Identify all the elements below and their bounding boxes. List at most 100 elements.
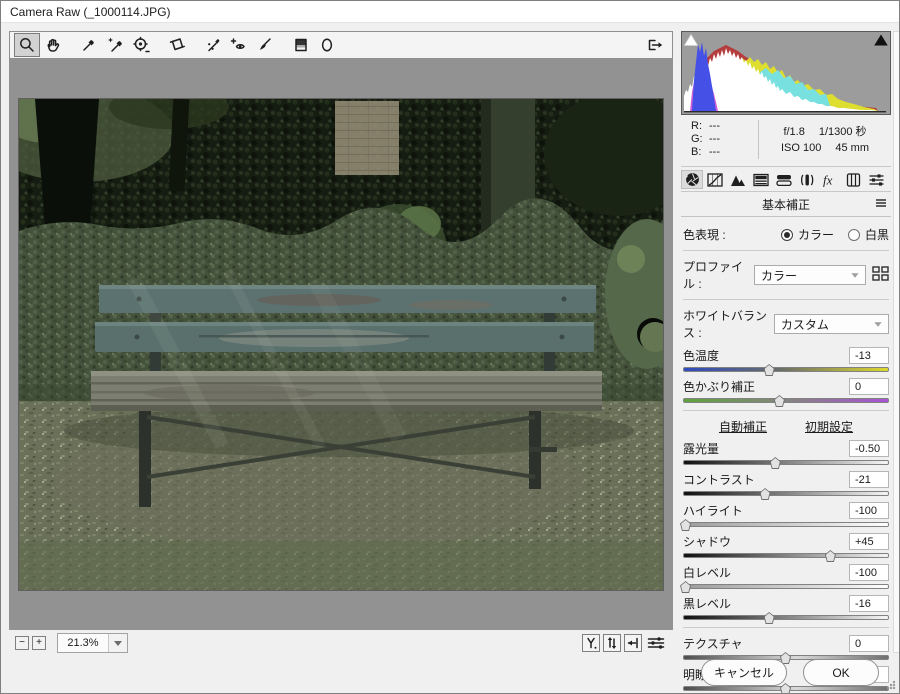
tab-tone-curve[interactable]: [704, 170, 726, 189]
panel-scrollbar[interactable]: [893, 31, 899, 653]
radial-filter-tool-button[interactable]: [314, 33, 340, 57]
highlight-clipping-toggle[interactable]: [873, 33, 889, 47]
swap-before-after-button[interactable]: [603, 634, 621, 652]
ok-button[interactable]: OK: [803, 659, 879, 686]
temperature-label: 色温度: [683, 349, 720, 363]
tab-presets[interactable]: [865, 170, 887, 189]
cancel-button[interactable]: キャンセル: [701, 659, 787, 686]
shadows-slider-track[interactable]: [683, 550, 889, 562]
slider-thumb[interactable]: [763, 612, 775, 624]
graduated-filter-tool-button[interactable]: [288, 33, 314, 57]
preview-preferences-button[interactable]: [645, 634, 667, 652]
slider-thumb[interactable]: [680, 581, 692, 593]
slider-temperature: 色温度 -13: [683, 347, 889, 376]
zoom-tool-button[interactable]: [14, 33, 40, 57]
temperature-value-field[interactable]: -13: [849, 347, 889, 364]
highlights-value-field[interactable]: -100: [849, 502, 889, 519]
slider-thumb[interactable]: [773, 395, 785, 407]
spot-removal-tool-button[interactable]: [200, 33, 226, 57]
contrast-slider-track[interactable]: [683, 488, 889, 500]
white-balance-value: カスタム: [780, 317, 829, 332]
blacks-value-field[interactable]: -16: [849, 595, 889, 612]
rgb-r-value: ---: [709, 120, 720, 132]
treatment-label: 色表現 :: [683, 228, 726, 242]
effects-tab-icon: fx: [823, 173, 833, 187]
tab-effects[interactable]: fx: [819, 170, 841, 189]
slider-blacks: 黒レベル -16: [683, 595, 889, 624]
resize-grip[interactable]: [886, 680, 896, 690]
zoom-out-button[interactable]: −: [15, 636, 29, 650]
exposure-value-field[interactable]: -0.50: [849, 440, 889, 457]
blacks-slider-track[interactable]: [683, 612, 889, 624]
slider-thumb[interactable]: [769, 457, 781, 469]
contrast-value-field[interactable]: -21: [849, 471, 889, 488]
copy-settings-icon: [627, 637, 638, 649]
zoom-in-button[interactable]: +: [32, 636, 46, 650]
transform-tool-button[interactable]: [164, 33, 190, 57]
slider-tint: 色かぶり補正 0: [683, 378, 889, 407]
title-bar[interactable]: Camera Raw (_1000114.JPG): [1, 1, 899, 23]
toolbar: [9, 31, 673, 59]
photo-preview[interactable]: [18, 98, 664, 591]
image-info: R: --- G: --- B: --- f/1.8 1/1300 秒 ISO 100…: [681, 115, 891, 167]
highlights-slider-track[interactable]: [680, 519, 889, 531]
rgb-readout: R: --- G: --- B: ---: [681, 120, 759, 159]
tab-lens-corrections[interactable]: [796, 170, 818, 189]
tab-basic[interactable]: [681, 170, 703, 189]
hand-tool-button[interactable]: [40, 33, 66, 57]
tab-hsl[interactable]: [750, 170, 772, 189]
split-toning-tab-icon: [776, 174, 792, 186]
panel-tabs: fx: [681, 167, 891, 191]
radio-unselected-icon: [847, 228, 860, 241]
zoom-level-select[interactable]: 21.3%: [57, 633, 128, 653]
before-after-view-button[interactable]: [582, 634, 600, 652]
targeted-adjustment-tool-button[interactable]: [128, 33, 154, 57]
default-settings-link[interactable]: 初期設定: [805, 418, 853, 435]
tint-value-field[interactable]: 0: [849, 378, 889, 395]
whites-slider-track[interactable]: [680, 581, 889, 593]
copy-settings-button[interactable]: [624, 634, 642, 652]
whites-label: 白レベル: [683, 566, 732, 580]
treatment-color-radio[interactable]: カラー: [780, 226, 834, 243]
slider-thumb[interactable]: [680, 519, 692, 531]
tint-slider-track[interactable]: [683, 395, 889, 407]
panel-title: 基本補正: [761, 198, 810, 212]
whites-value-field[interactable]: -100: [849, 564, 889, 581]
white-balance-tool-button[interactable]: [76, 33, 102, 57]
profile-select[interactable]: カラー: [754, 265, 866, 285]
contrast-label: コントラスト: [683, 473, 755, 487]
focal-length-value: 45 mm: [835, 141, 869, 154]
swap-before-after-icon: [607, 637, 617, 649]
shadows-value-field[interactable]: +45: [849, 533, 889, 550]
presets-tab-icon: [869, 173, 883, 186]
shadow-clipping-toggle[interactable]: [683, 33, 699, 47]
panel-header: 基本補正: [681, 191, 891, 217]
profile-browser-button[interactable]: [872, 266, 889, 284]
panel-menu-icon: [876, 199, 886, 207]
profile-label: プロファイル :: [683, 260, 744, 291]
chevron-down-icon[interactable]: [108, 634, 127, 652]
calibration-tab-icon: [846, 172, 860, 187]
exposure-slider-track[interactable]: [683, 457, 889, 469]
white-balance-select[interactable]: カスタム: [773, 314, 889, 334]
tab-detail[interactable]: [727, 170, 749, 189]
auto-adjust-link[interactable]: 自動補正: [719, 418, 767, 435]
white-balance-label: ホワイトバランス :: [683, 309, 768, 340]
open-preferences-button[interactable]: [642, 33, 668, 57]
profile-value: カラー: [761, 268, 798, 283]
red-eye-tool-button[interactable]: [226, 33, 252, 57]
slider-thumb[interactable]: [759, 488, 771, 500]
panel-menu-button[interactable]: [875, 197, 887, 211]
treatment-bw-radio[interactable]: 白黒: [847, 226, 889, 243]
color-sampler-tool-button[interactable]: [102, 33, 128, 57]
detail-tab-icon: [731, 175, 745, 186]
slider-thumb[interactable]: [763, 364, 775, 376]
tab-split-toning[interactable]: [773, 170, 795, 189]
tab-calibration[interactable]: [842, 170, 864, 189]
texture-value-field[interactable]: 0: [849, 635, 889, 652]
image-canvas[interactable]: [9, 59, 673, 630]
adjustment-brush-tool-button[interactable]: [252, 33, 278, 57]
slider-thumb[interactable]: [824, 550, 836, 562]
temperature-slider-track[interactable]: [683, 364, 889, 376]
histogram[interactable]: [681, 31, 891, 115]
